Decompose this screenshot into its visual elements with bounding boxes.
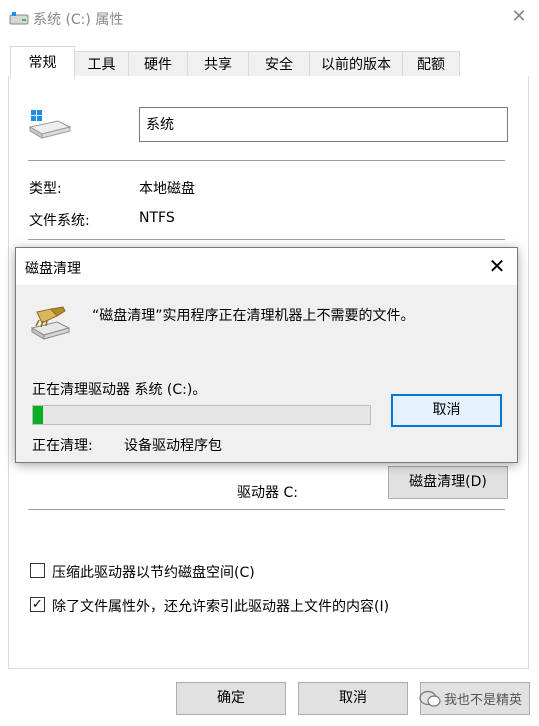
drive-icon	[9, 12, 29, 25]
index-label: 除了文件属性外，还允许索引此驱动器上文件的内容(I)	[52, 599, 390, 615]
compress-label: 压缩此驱动器以节约磁盘空间(C)	[52, 565, 255, 581]
tab-previous-versions[interactable]: 以前的版本	[309, 51, 403, 77]
window-title: 系统 (C:) 属性	[33, 12, 124, 28]
drive-label: 驱动器 C:	[237, 485, 298, 501]
dialog-cancel-button[interactable]: 取消	[391, 394, 502, 427]
tab-security[interactable]: 安全	[248, 51, 310, 77]
index-checkbox[interactable]: ✓	[30, 597, 45, 612]
current-item-label: 正在清理:	[32, 438, 93, 454]
cancel-button[interactable]: 取消	[298, 682, 408, 715]
divider	[28, 160, 505, 161]
filesystem-label: 文件系统:	[29, 213, 90, 229]
cleanup-progress-bar	[32, 405, 371, 425]
tab-quota[interactable]: 配额	[402, 51, 460, 77]
tab-sharing[interactable]: 共享	[187, 51, 249, 77]
drive-large-icon	[28, 110, 72, 139]
tab-general[interactable]: 常规	[10, 46, 75, 78]
dialog-status: 正在清理驱动器 系统 (C:)。	[32, 382, 207, 398]
dialog-title: 磁盘清理	[25, 261, 81, 277]
divider	[28, 509, 505, 510]
dialog-title-bar	[16, 248, 517, 285]
disk-cleanup-button[interactable]: 磁盘清理(D)	[388, 466, 508, 499]
disk-cleanup-dialog: 磁盘清理 ✕ “磁盘清理”实用程序正在清理机器上不需要的文件。 正在清理驱动器 …	[15, 247, 518, 463]
wechat-icon	[419, 690, 441, 707]
type-label: 类型:	[29, 181, 62, 197]
cleanup-icon	[30, 306, 71, 340]
filesystem-value: NTFS	[139, 210, 175, 226]
divider	[28, 239, 505, 240]
tab-tools[interactable]: 工具	[74, 51, 129, 77]
close-icon[interactable]: ✕	[508, 6, 530, 28]
type-value: 本地磁盘	[139, 181, 195, 197]
close-icon[interactable]: ✕	[486, 255, 508, 277]
tab-hardware[interactable]: 硬件	[128, 51, 188, 77]
ok-button[interactable]: 确定	[176, 682, 286, 715]
progress-fill	[33, 406, 44, 424]
dialog-message: “磁盘清理”实用程序正在清理机器上不需要的文件。	[92, 308, 415, 324]
current-item-value: 设备驱动程序包	[124, 438, 222, 454]
compress-checkbox[interactable]	[30, 563, 45, 578]
watermark-text: 我也不是精英	[444, 693, 523, 708]
drive-name-input[interactable]: 系统	[139, 107, 508, 142]
